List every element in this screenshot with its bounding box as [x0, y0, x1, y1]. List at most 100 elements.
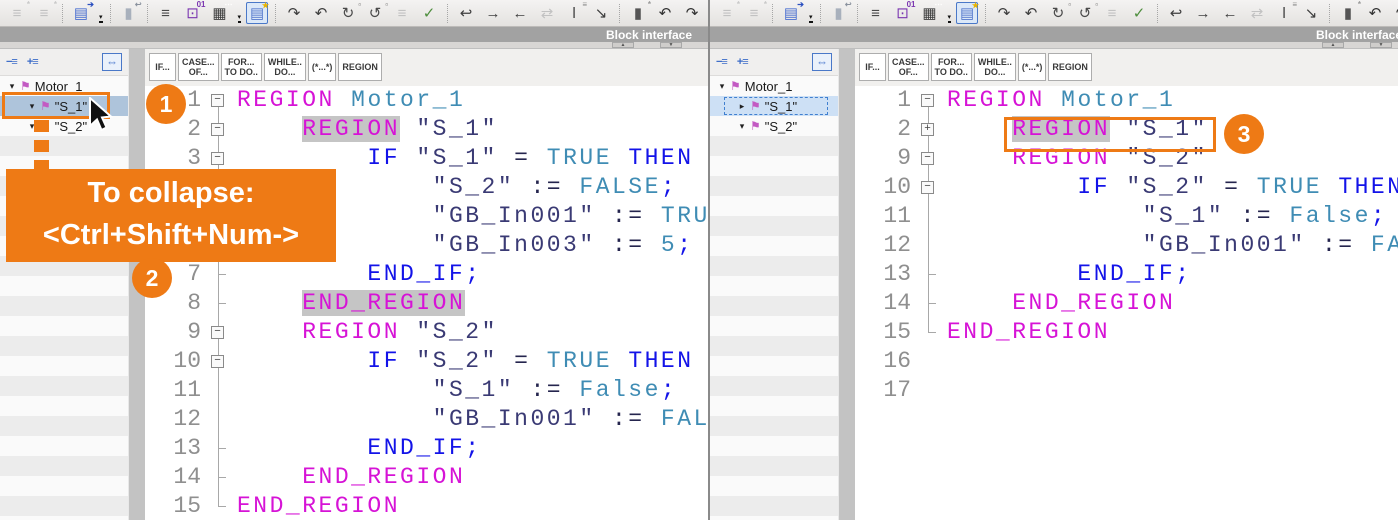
cursor-lines-icon[interactable]: ǀ ≡ [563, 1, 587, 24]
save-window-state-icon[interactable]: ↻ ▫ [337, 1, 361, 24]
code-line[interactable]: 10− IF "S_2" = TRUE THEN [855, 173, 1398, 202]
splitter-expand-button[interactable]: ▲ [612, 42, 634, 48]
indent-icon[interactable]: → [482, 2, 504, 24]
code-line[interactable]: 12 "GB_In001" := FALSE; [145, 405, 708, 434]
fold-collapse-icon[interactable]: − [211, 123, 224, 136]
splitter-expand-button[interactable]: ▲ [1322, 42, 1344, 48]
tab-case-of[interactable]: CASE... OF... [888, 53, 929, 81]
tab-for-do[interactable]: FOR... TO DO.. [220, 53, 262, 81]
fold-collapse-icon[interactable]: − [921, 94, 934, 107]
format-lines-icon[interactable]: ≡ [391, 2, 413, 24]
fold-collapse-icon[interactable]: − [211, 326, 224, 339]
save-window-state-icon[interactable]: ↻ ▫ [1047, 1, 1071, 24]
split-editor-icon[interactable]: ↘ [590, 2, 612, 24]
expand-all-icon[interactable]: +≡ [27, 56, 39, 68]
expand-all-icon[interactable]: +≡ [737, 56, 749, 68]
code-line[interactable]: 14 END_REGION [855, 289, 1398, 318]
favorites-toggle-icon[interactable]: ▤ ★ [956, 2, 979, 24]
wrap-lines-icon[interactable]: ↩ [1165, 2, 1187, 24]
tag-connection-icon[interactable]: ⊡ 01 [182, 1, 205, 24]
redo-step-icon[interactable]: ↷ [993, 2, 1015, 24]
bookmark-icon[interactable]: ▮ * [627, 1, 651, 24]
code-line[interactable]: 7 END_IF; [145, 260, 708, 289]
collapse-all-icon[interactable]: −≡ [6, 56, 18, 68]
tree-item-motor1[interactable]: ▾ ⚑ Motor_1 [710, 76, 838, 96]
screen-comment-icon[interactable]: ▦ ⋯ [919, 1, 942, 24]
code-line[interactable]: 10− IF "S_2" = TRUE THEN [145, 347, 708, 376]
fold-expand-icon[interactable]: + [921, 123, 934, 136]
expanded-arrow-icon[interactable]: ▾ [716, 81, 728, 92]
outdent-icon[interactable]: ← [509, 2, 531, 24]
go-back-icon[interactable]: ↶ [1364, 2, 1386, 24]
wrap-lines-icon[interactable]: ↩ [455, 2, 477, 24]
open-block-icon[interactable]: ▤ ➔ [780, 1, 804, 24]
database-undo-icon[interactable]: ▮ ↩ [118, 1, 141, 24]
code-line[interactable]: 15 END_REGION [145, 492, 708, 520]
align-lines-icon[interactable]: ≡ [865, 2, 887, 24]
code-line[interactable]: 1− REGION Motor_1 [145, 86, 708, 115]
tab-comment[interactable]: (*...*) [1017, 53, 1047, 81]
open-block-icon[interactable]: ▤ ➔ [70, 1, 94, 24]
code-line[interactable]: 13 END_IF; [855, 260, 1398, 289]
sync-view-icon[interactable]: ⇔ [102, 53, 122, 71]
tab-while-do[interactable]: WHILE.. DO... [263, 53, 306, 81]
sync-view-icon[interactable]: ⇔ [812, 53, 832, 71]
outdent-icon[interactable]: ← [1219, 2, 1241, 24]
block-interface-bar[interactable]: Block interface [710, 27, 1398, 42]
undo-step-icon[interactable]: ↶ [1020, 2, 1042, 24]
restore-window-icon[interactable]: ↺ ▫ [1074, 1, 1098, 24]
collapse-all-icon[interactable]: −≡ [716, 56, 728, 68]
block-interface-bar[interactable]: Block interface [0, 27, 708, 42]
database-undo-icon[interactable]: ▮ ↩ [828, 1, 851, 24]
redo-step-icon[interactable]: ↷ [283, 2, 305, 24]
insert-line-2-icon[interactable]: ≡ * [743, 1, 767, 24]
insert-line-2-icon[interactable]: ≡ * [33, 1, 57, 24]
fold-collapse-icon[interactable]: − [921, 152, 934, 165]
expanded-arrow-icon[interactable]: ▾ [736, 121, 748, 132]
tree-editor-splitter[interactable] [838, 49, 855, 520]
tag-connection-icon[interactable]: ⊡ 01 [892, 1, 915, 24]
insert-line-icon[interactable]: ≡ * [6, 1, 30, 24]
tab-region[interactable]: REGION [1048, 53, 1092, 81]
code-line[interactable]: 14 END_REGION [145, 463, 708, 492]
fold-collapse-icon[interactable]: − [921, 181, 934, 194]
bookmark-icon[interactable]: ▮ * [1337, 1, 1361, 24]
go-forward-icon[interactable]: ↷ [681, 2, 703, 24]
fold-collapse-icon[interactable]: − [211, 152, 224, 165]
open-block-icon-dropdown-icon[interactable]: ▾ [809, 14, 813, 23]
code-line[interactable]: 11 "S_1" := False; [855, 202, 1398, 231]
undo-step-icon[interactable]: ↶ [310, 2, 332, 24]
go-forward-icon[interactable]: ↷ [1391, 2, 1398, 24]
tab-case-of[interactable]: CASE... OF... [178, 53, 219, 81]
tree-item-s2[interactable]: ▾⚑"S_2" [710, 116, 838, 136]
tab-comment[interactable]: (*...*) [307, 53, 337, 81]
code-line[interactable]: 11 "S_1" := False; [145, 376, 708, 405]
code-line[interactable]: 13 END_IF; [145, 434, 708, 463]
code-line[interactable]: 17 [855, 376, 1398, 405]
insert-line-icon[interactable]: ≡ * [716, 1, 740, 24]
tab-region[interactable]: REGION [338, 53, 382, 81]
sync-scroll-icon[interactable]: ⇄ [1246, 2, 1268, 24]
screen-comment-icon[interactable]: ▦ ⋯ [209, 1, 232, 24]
split-editor-icon[interactable]: ↘ [1300, 2, 1322, 24]
splitter-collapse-button[interactable]: ▼ [660, 42, 682, 48]
code-line[interactable]: 16 [855, 347, 1398, 376]
screen-comment-icon-dropdown-icon[interactable]: ▾ [947, 14, 952, 23]
code-line[interactable]: 2− REGION "S_1" [145, 115, 708, 144]
code-line[interactable]: 12 "GB_In001" := FALSE; [855, 231, 1398, 260]
code-line[interactable]: 8 END_REGION [145, 289, 708, 318]
tab-if[interactable]: IF... [149, 53, 176, 81]
go-back-icon[interactable]: ↶ [654, 2, 676, 24]
fold-collapse-icon[interactable]: − [211, 355, 224, 368]
open-block-icon-dropdown-icon[interactable]: ▾ [99, 14, 103, 23]
code-area[interactable]: 1− REGION Motor_1 2− REGION "S_1" 3− IF "S_… [145, 86, 708, 520]
sync-scroll-icon[interactable]: ⇄ [536, 2, 558, 24]
tab-if[interactable]: IF... [859, 53, 886, 81]
cursor-lines-icon[interactable]: ǀ ≡ [1273, 1, 1297, 24]
tree-item-s1[interactable]: ▸ ⚑ "S_1" [710, 96, 838, 116]
code-line[interactable]: 15 END_REGION [855, 318, 1398, 347]
collapsed-arrow-icon[interactable]: ▸ [736, 101, 748, 112]
consistency-check-icon[interactable]: ✓ [418, 2, 440, 24]
align-lines-icon[interactable]: ≡ [155, 2, 177, 24]
code-line[interactable]: 9− REGION "S_2" [145, 318, 708, 347]
